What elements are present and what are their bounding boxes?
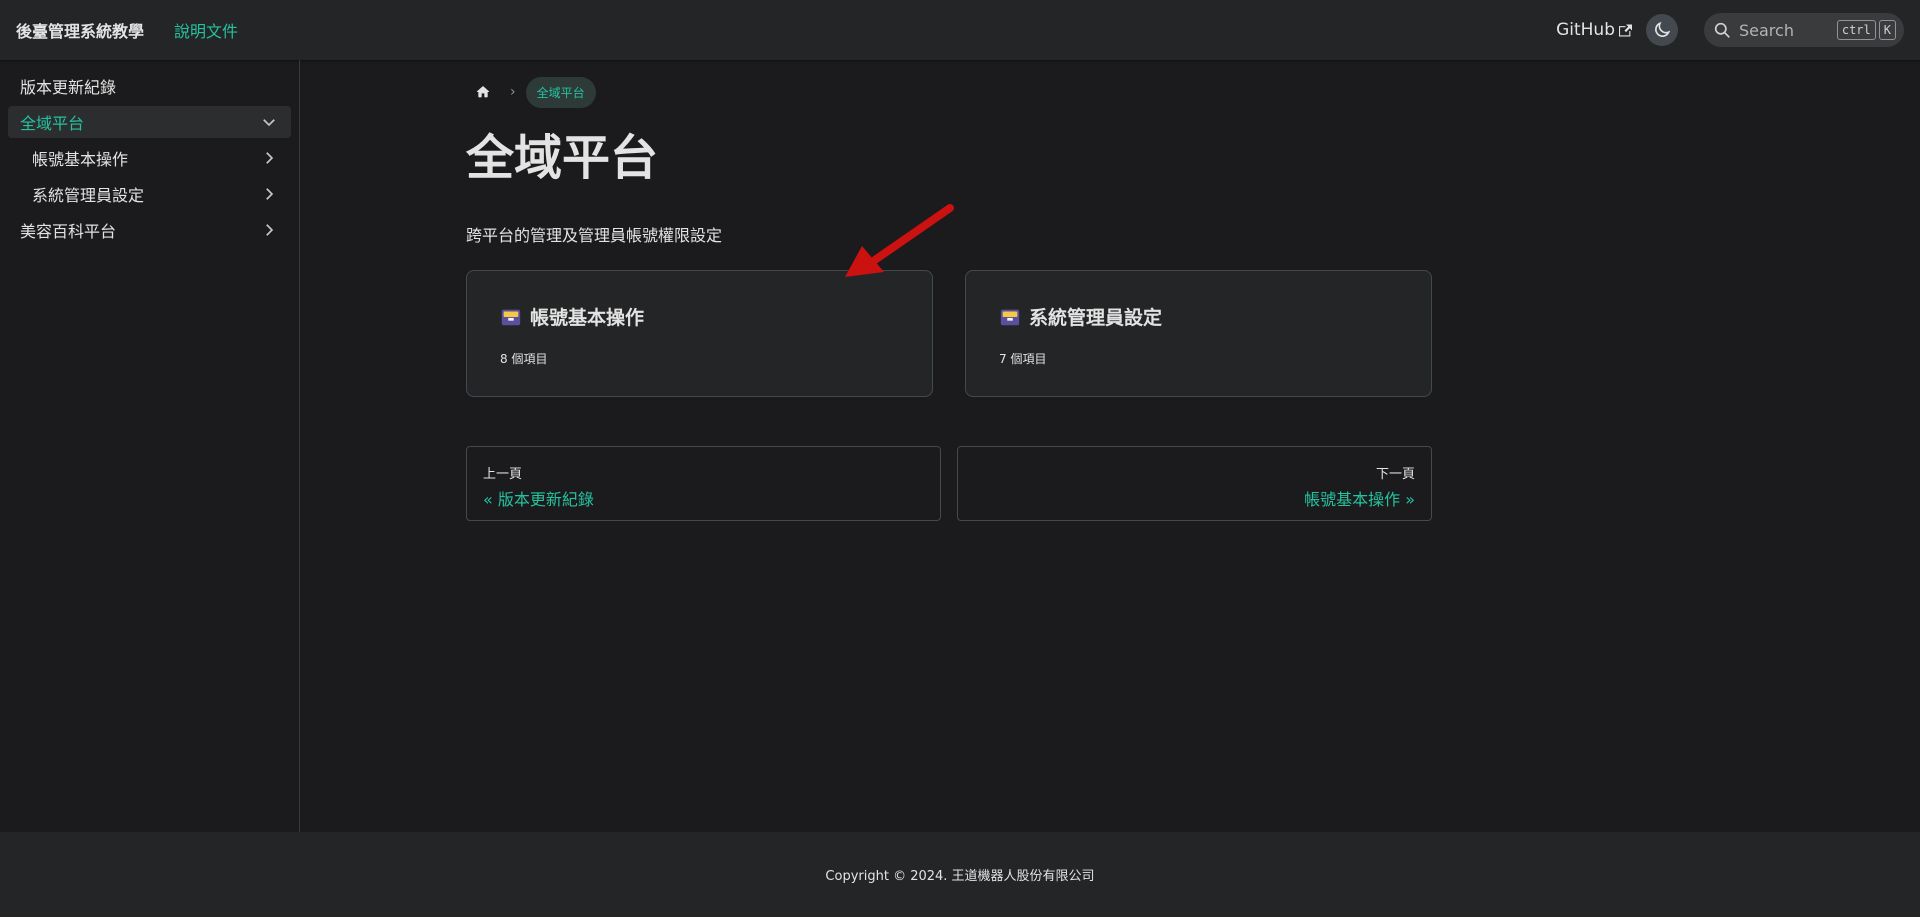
chevron-right-icon[interactable]	[259, 220, 279, 240]
sidebar-item-label: 系統管理員設定	[32, 186, 145, 205]
breadcrumb-current: 全域平台	[525, 76, 596, 108]
search-placeholder: Search	[1739, 20, 1794, 40]
breadcrumb-separator: ›	[510, 84, 516, 100]
theme-toggle-button[interactable]	[1646, 14, 1678, 46]
sidebar-item-global-platform[interactable]: 全域平台	[8, 106, 291, 138]
card-index-icon	[501, 309, 521, 325]
sidebar-item-label: 美容百科平台	[20, 222, 117, 241]
search-key-k: K	[1878, 20, 1896, 40]
chevron-right-icon[interactable]	[259, 184, 279, 204]
external-link-icon	[1619, 24, 1632, 36]
card-admin-settings[interactable]: 系統管理員設定 7 個項目	[965, 270, 1432, 397]
search-button[interactable]: Search ctrl K	[1704, 13, 1904, 47]
card-count: 7 個項目	[999, 352, 1047, 366]
annotation-arrow-icon	[845, 204, 954, 277]
sidebar-item-label: 版本更新紀錄	[20, 78, 117, 97]
sidebar-item-admin-settings[interactable]: 系統管理員設定	[8, 178, 291, 210]
footer-copyright: Copyright © 2024. 王道機器人股份有限公司	[825, 869, 1095, 884]
page-title: 全域平台	[466, 130, 659, 186]
sidebar-item-changelog[interactable]: 版本更新紀錄	[8, 70, 291, 102]
sidebar: 版本更新紀錄 全域平台 帳號基本操作 系統管理員設定 美容百科平台	[0, 60, 300, 832]
card-title: 帳號基本操作	[530, 307, 645, 329]
github-link[interactable]: GitHub	[1556, 20, 1632, 40]
moon-icon	[1655, 21, 1671, 37]
home-icon[interactable]	[466, 76, 500, 108]
prev-page-link[interactable]: 上一頁 « 版本更新紀錄	[466, 446, 941, 521]
breadcrumb: › 全域平台	[466, 76, 1432, 108]
search-icon	[1714, 22, 1730, 38]
docs-link[interactable]: 說明文件	[174, 18, 238, 42]
card-index-icon	[1000, 309, 1020, 325]
sidebar-item-label: 帳號基本操作	[32, 150, 129, 169]
github-label: GitHub	[1556, 20, 1615, 40]
prev-page-label: « 版本更新紀錄	[483, 490, 594, 509]
navbar: 後臺管理系統教學 說明文件 GitHub Search ctrl K	[0, 0, 1920, 60]
sidebar-item-label: 全域平台	[20, 114, 85, 133]
footer: Copyright © 2024. 王道機器人股份有限公司	[0, 832, 1920, 917]
category-cards: 帳號基本操作 8 個項目 系統管理員設定 7 個項目	[466, 270, 1432, 397]
card-title: 系統管理員設定	[1029, 307, 1163, 329]
card-count: 8 個項目	[500, 352, 548, 366]
next-page-link[interactable]: 下一頁 帳號基本操作 »	[957, 446, 1432, 521]
next-page-label: 帳號基本操作 »	[1304, 490, 1415, 509]
search-key-ctrl: ctrl	[1836, 20, 1876, 40]
card-title-row: 系統管理員設定	[999, 303, 1398, 330]
card-title-row: 帳號基本操作	[500, 303, 899, 330]
chevron-down-icon[interactable]	[259, 112, 279, 132]
pagination-nav: 上一頁 « 版本更新紀錄 下一頁 帳號基本操作 »	[466, 446, 1432, 521]
prev-page-sublabel: 上一頁	[483, 467, 523, 482]
sidebar-item-account-basics[interactable]: 帳號基本操作	[8, 142, 291, 174]
next-page-sublabel: 下一頁	[1375, 467, 1415, 482]
card-account-basics[interactable]: 帳號基本操作 8 個項目	[466, 270, 933, 397]
chevron-right-icon[interactable]	[259, 148, 279, 168]
brand-title[interactable]: 後臺管理系統教學	[16, 18, 144, 42]
sidebar-item-beauty-platform[interactable]: 美容百科平台	[8, 214, 291, 246]
navbar-right: GitHub Search ctrl K	[1556, 0, 1904, 60]
main-content: › 全域平台 全域平台 跨平台的管理及管理員帳號權限設定 帳號基本操作 8 個項…	[466, 60, 1432, 521]
